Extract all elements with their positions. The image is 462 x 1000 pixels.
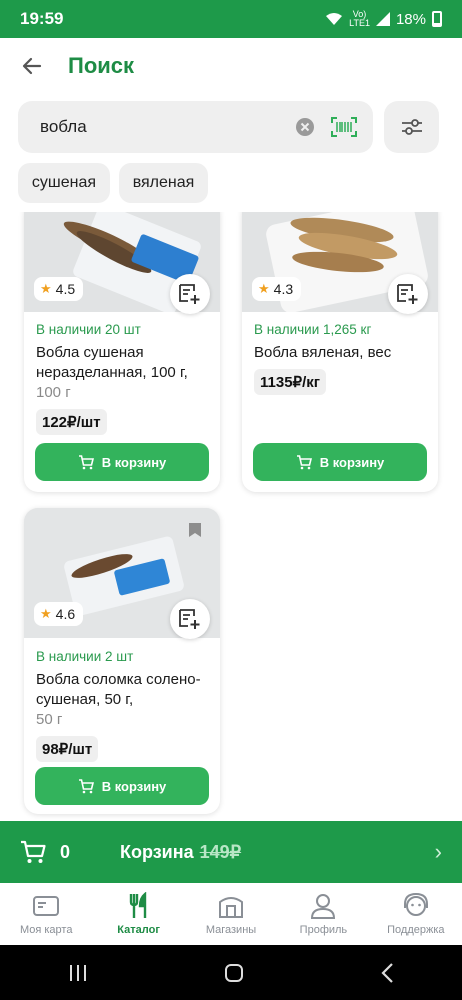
rating-value: 4.3: [273, 281, 294, 297]
back-arrow-icon[interactable]: [20, 54, 44, 78]
filter-sliders-icon: [401, 119, 422, 135]
product-weight: 50 г: [36, 711, 63, 728]
cart-icon: [78, 778, 94, 793]
nav-support[interactable]: Поддержка: [370, 883, 462, 945]
stock-status: В наличии 2 шт: [36, 649, 134, 664]
bottom-nav: Моя карта Каталог Магазины Профиль Подде…: [0, 883, 462, 945]
stock-status: В наличии 1,265 кг: [254, 322, 372, 337]
store-icon: [219, 897, 244, 918]
stock-status: В наличии 20 шт: [36, 322, 141, 337]
add-to-list-button[interactable]: [170, 599, 210, 639]
cart-count: 0: [60, 841, 71, 862]
rating-value: 4.5: [55, 281, 76, 297]
nav-label: Каталог: [117, 924, 160, 936]
clear-icon[interactable]: [295, 117, 315, 137]
product-price: 1135₽/кг: [254, 369, 327, 395]
cart-icon: [296, 454, 312, 469]
nav-catalog[interactable]: Каталог: [92, 883, 184, 945]
chip-dried[interactable]: сушеная: [18, 163, 110, 203]
status-bar: 19:59 Vo) LTE1 18%: [0, 0, 462, 38]
search-input[interactable]: [40, 117, 295, 137]
product-name: Вобла соломка солено-сушеная, 50 г,: [36, 671, 201, 708]
bookmark-icon[interactable]: [188, 522, 202, 538]
rating-badge: ★ 4.5: [34, 277, 84, 301]
nav-label: Магазины: [205, 924, 257, 936]
search-box: [18, 101, 373, 153]
battery-icon: [432, 11, 442, 27]
product-card[interactable]: ★ 4.6 В наличии 2 шт Вобла соломка солен…: [24, 508, 220, 814]
wifi-icon: [326, 13, 343, 25]
profile-icon: [311, 894, 336, 919]
chevron-right-icon: ›: [434, 839, 442, 864]
cart-total: 149₽: [199, 841, 242, 862]
cart-bar[interactable]: 0 Корзина 149₽ ›: [0, 821, 462, 883]
system-back-icon[interactable]: [380, 962, 394, 983]
product-name: Вобла вяленая, вес: [254, 344, 392, 361]
fork-knife-icon: [129, 892, 146, 918]
barcode-scan-icon[interactable]: [331, 117, 357, 137]
add-to-list-icon: [397, 284, 418, 304]
add-to-cart-button[interactable]: В корзину: [253, 443, 427, 481]
rating-badge: ★ 4.3: [252, 277, 302, 301]
star-icon: ★: [40, 281, 52, 296]
nav-stores[interactable]: Магазины: [185, 883, 277, 945]
nav-label: Моя карта: [19, 924, 73, 936]
signal-icon: [375, 12, 390, 26]
battery-percent: 18%: [395, 10, 426, 28]
rating-value: 4.6: [55, 606, 76, 622]
product-price: 98₽/шт: [36, 736, 99, 762]
star-icon: ★: [258, 281, 270, 296]
cart-icon: [78, 454, 94, 469]
product-card[interactable]: ★ 4.3 В наличии 1,265 кг Вобла вяленая, …: [242, 212, 438, 492]
page-title: Поиск: [68, 53, 135, 78]
nav-label: Профиль: [299, 924, 348, 936]
nav-label: Поддержка: [387, 924, 445, 936]
chip-cured[interactable]: вяленая: [119, 163, 208, 203]
product-info: В наличии 2 шт Вобла соломка солено-суше…: [36, 649, 210, 762]
product-name: Вобла сушеная неразделанная, 100 г,: [36, 344, 188, 381]
product-grid: ★ 4.5 В наличии 20 шт Вобла сушеная нера…: [0, 212, 462, 822]
add-to-list-icon: [179, 284, 200, 304]
status-time: 19:59: [20, 9, 64, 28]
recent-apps-icon[interactable]: [68, 964, 88, 982]
nav-my-card[interactable]: Моя карта: [0, 883, 92, 945]
card-icon: [33, 896, 60, 916]
rating-badge: ★ 4.6: [34, 602, 84, 626]
add-to-list-button[interactable]: [388, 274, 428, 314]
support-icon: [403, 892, 428, 916]
add-to-list-button[interactable]: [170, 274, 210, 314]
add-to-cart-button[interactable]: В корзину: [35, 767, 209, 805]
cart-label: Корзина: [120, 841, 194, 862]
home-icon[interactable]: [224, 963, 244, 983]
cart-icon: [21, 840, 46, 863]
add-to-cart-label: В корзину: [101, 778, 167, 794]
nav-profile[interactable]: Профиль: [277, 883, 369, 945]
add-to-cart-label: В корзину: [319, 454, 385, 470]
add-to-cart-label: В корзину: [101, 454, 167, 470]
product-weight: 100 г: [36, 384, 71, 401]
add-to-cart-button[interactable]: В корзину: [35, 443, 209, 481]
add-to-list-icon: [179, 609, 200, 629]
product-info: В наличии 20 шт Вобла сушеная неразделан…: [36, 322, 210, 435]
product-info: В наличии 1,265 кг Вобла вяленая, вес 11…: [254, 322, 428, 395]
filter-button[interactable]: [384, 101, 439, 153]
star-icon: ★: [40, 606, 52, 621]
system-navigation-bar: [0, 945, 462, 1000]
status-icons: Vo) LTE1 18%: [325, 10, 442, 28]
product-price: 122₽/шт: [36, 409, 107, 435]
header: Поиск: [0, 38, 462, 94]
network-indicator: Vo) LTE1: [349, 9, 370, 28]
product-card[interactable]: ★ 4.5 В наличии 20 шт Вобла сушеная нера…: [24, 212, 220, 492]
